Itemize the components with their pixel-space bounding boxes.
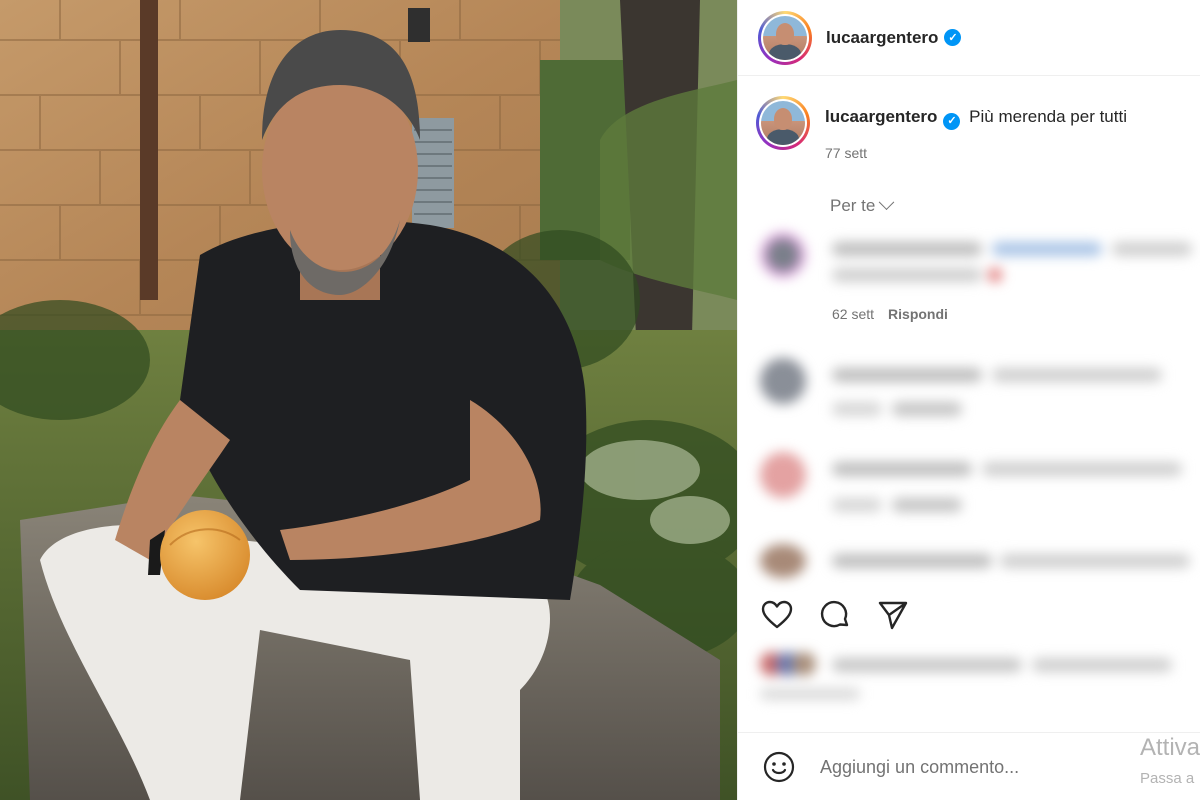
post-actions-bar (760, 598, 934, 632)
comment-bubble-icon[interactable] (818, 598, 852, 632)
heart-icon[interactable] (760, 598, 794, 632)
commenter-avatar[interactable] (760, 544, 806, 578)
post-photo-illustration (0, 0, 737, 800)
comment-time[interactable]: 62 sett (832, 306, 874, 322)
emoji-smiley-icon[interactable] (762, 750, 796, 784)
header-username[interactable]: lucaargentero (826, 28, 938, 48)
header-avatar[interactable] (758, 10, 812, 65)
caption-username[interactable]: lucaargentero (825, 107, 937, 126)
commenter-avatar[interactable] (760, 358, 806, 404)
post-caption: lucaargentero ✓ Più merenda per tutti 77 … (756, 96, 1127, 164)
verified-badge-icon: ✓ (944, 29, 962, 46)
windows-activation-watermark: Attiva Passa a (1136, 732, 1200, 800)
instagram-post-modal: lucaargentero ✓ lucaargentero ✓ Più meren… (0, 0, 1200, 800)
comment-meta: 62 sett Rispondi (832, 306, 948, 322)
caption-time[interactable]: 77 sett (825, 142, 1127, 164)
commenter-avatar[interactable] (760, 232, 806, 278)
comment-composer (738, 732, 1200, 800)
caption-avatar[interactable] (756, 96, 810, 150)
comments-sort-dropdown[interactable]: Per te (830, 193, 895, 216)
post-header: lucaargentero ✓ (738, 0, 1200, 76)
chevron-down-icon (879, 193, 895, 210)
post-side-panel: lucaargentero ✓ lucaargentero ✓ Più meren… (737, 0, 1200, 800)
comment-input[interactable] (818, 755, 1122, 779)
post-photo[interactable] (0, 0, 737, 800)
reply-button[interactable]: Rispondi (888, 306, 948, 322)
commenter-avatar[interactable] (760, 452, 806, 498)
watermark-line-1: Attiva (1140, 734, 1200, 761)
watermark-line-2: Passa a (1140, 770, 1195, 787)
caption-text: Più merenda per tutti (969, 107, 1127, 126)
verified-badge-icon: ✓ (943, 112, 961, 130)
paper-plane-icon[interactable] (876, 598, 910, 632)
comments-sort-label: Per te (830, 196, 876, 215)
